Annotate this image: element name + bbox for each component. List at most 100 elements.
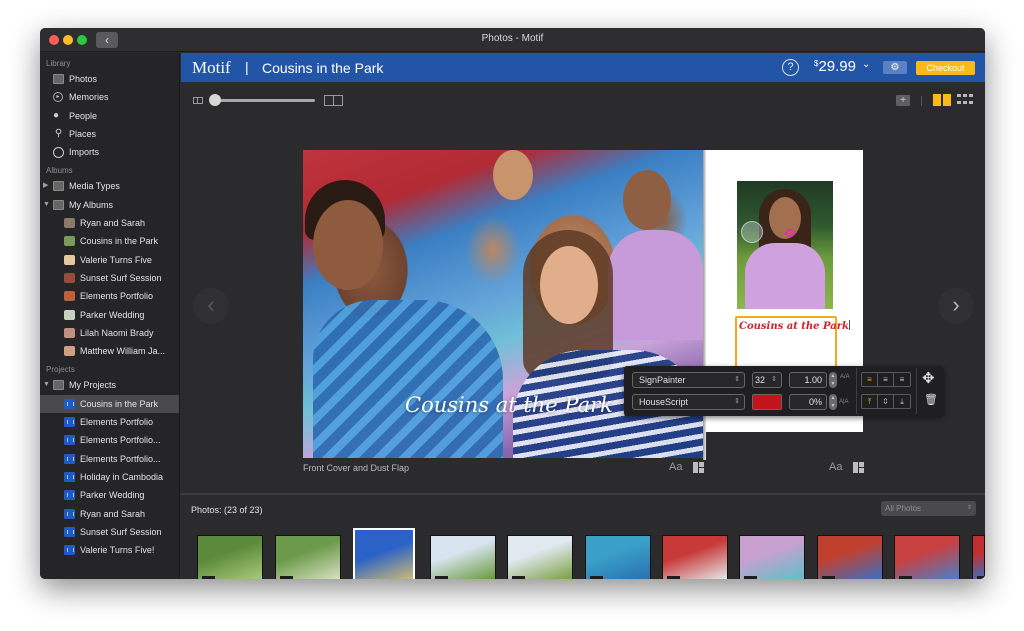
photo-thumbnail[interactable]: ✓ bbox=[275, 535, 341, 579]
sidebar-project-item[interactable]: Sunset Surf Session bbox=[40, 523, 179, 541]
zoom-in-icon[interactable] bbox=[324, 95, 343, 106]
layout-icon[interactable] bbox=[853, 462, 864, 473]
sidebar-folder-media-types[interactable]: ▶ Media Types bbox=[40, 177, 179, 195]
sidebar-album-item[interactable]: Parker Wedding bbox=[40, 306, 179, 324]
char-spacing-stepper[interactable]: ▲ ▼ bbox=[829, 394, 837, 410]
photo-thumbnail[interactable]: ✓ bbox=[197, 535, 263, 579]
line-spacing-icon: A/A bbox=[840, 374, 850, 380]
sidebar-project-item[interactable]: Holiday in Cambodia bbox=[40, 468, 179, 486]
sidebar-item-photos[interactable]: Photos bbox=[40, 70, 179, 88]
disclosure-expanded-icon[interactable]: ▼ bbox=[43, 196, 50, 214]
photo-thumbnail[interactable]: ✓ bbox=[894, 535, 960, 579]
sidebar-folder-my-projects[interactable]: ▼ My Projects bbox=[40, 376, 179, 394]
sidebar-item-label: Valerie Turns Five! bbox=[80, 545, 155, 556]
checkmark-icon[interactable]: ✓ bbox=[202, 576, 215, 579]
zoom-out-icon[interactable] bbox=[193, 97, 203, 104]
sidebar-folder-my-albums[interactable]: ▼ My Albums bbox=[40, 196, 179, 214]
align-bottom-button[interactable]: ⤓ bbox=[894, 395, 910, 408]
sidebar-project-item[interactable]: Elements Portfolio... bbox=[40, 450, 179, 468]
sidebar-item-imports[interactable]: Imports bbox=[40, 143, 179, 161]
photo-thumbnail[interactable]: ✓ bbox=[353, 528, 415, 579]
next-page-button[interactable]: › bbox=[938, 288, 974, 324]
photo-filter-select[interactable]: All Photos ⇕ bbox=[881, 501, 976, 516]
sidebar-item-label: Elements Portfolio... bbox=[80, 435, 161, 446]
photo-thumbnail[interactable]: ✓ bbox=[507, 535, 573, 579]
sidebar-project-item[interactable]: Parker Wedding bbox=[40, 486, 179, 504]
spread-view-button[interactable] bbox=[933, 94, 951, 106]
text-style-button[interactable]: Aa bbox=[669, 461, 682, 473]
checkout-button[interactable]: Checkout bbox=[916, 61, 975, 75]
layout-icon[interactable] bbox=[693, 462, 704, 473]
sidebar-item-people[interactable]: ● People bbox=[40, 107, 179, 125]
photo-thumbnail[interactable]: ✓ bbox=[739, 535, 805, 579]
sidebar-project-item[interactable]: Ryan and Sarah bbox=[40, 505, 179, 523]
checkmark-icon[interactable]: ✓ bbox=[280, 576, 293, 579]
toolbar: + bbox=[181, 82, 985, 115]
photo-thumbnail[interactable]: ✓ bbox=[817, 535, 883, 579]
add-page-button[interactable]: + bbox=[896, 95, 910, 106]
disclosure-collapsed-icon[interactable]: ▶ bbox=[43, 177, 48, 195]
checkmark-icon[interactable]: ✓ bbox=[512, 576, 525, 579]
grid-view-button[interactable] bbox=[957, 94, 973, 106]
photo-thumbnail[interactable]: ✓ bbox=[662, 535, 728, 579]
previous-page-button[interactable]: ‹ bbox=[193, 288, 229, 324]
trash-icon[interactable]: 🗑 bbox=[924, 393, 938, 406]
sidebar-item-places[interactable]: ⚲ Places bbox=[40, 125, 179, 143]
folder-icon bbox=[53, 181, 64, 192]
move-icon[interactable]: ✥ bbox=[922, 369, 935, 387]
photo-thumbnail[interactable]: ✓ bbox=[585, 535, 651, 579]
chevron-down-icon[interactable]: ⌄ bbox=[862, 59, 870, 70]
spread-view-icon bbox=[933, 94, 941, 106]
price-display[interactable]: $29.99 bbox=[814, 58, 856, 75]
currency-symbol: $ bbox=[814, 59, 819, 68]
checkmark-icon[interactable]: ✓ bbox=[977, 576, 985, 579]
checkmark-icon[interactable]: ✓ bbox=[590, 576, 603, 579]
font-style-select[interactable]: HouseScript ⇕ bbox=[632, 394, 745, 410]
zoom-slider-knob[interactable] bbox=[209, 94, 221, 106]
sidebar-album-item[interactable]: Sunset Surf Session bbox=[40, 269, 179, 287]
folder-icon bbox=[53, 199, 64, 210]
disclosure-expanded-icon[interactable]: ▼ bbox=[43, 376, 50, 394]
line-spacing-stepper[interactable]: ▲ ▼ bbox=[829, 372, 837, 388]
align-middle-button[interactable]: ⇳ bbox=[878, 395, 894, 408]
sidebar-album-item[interactable]: Matthew William Ja... bbox=[40, 342, 179, 360]
checkmark-icon[interactable]: ✓ bbox=[744, 576, 757, 579]
settings-button[interactable]: ⚙ bbox=[883, 61, 907, 74]
checkmark-icon[interactable]: ✓ bbox=[822, 576, 835, 579]
zoom-slider[interactable] bbox=[215, 99, 315, 102]
sidebar-album-item[interactable]: Cousins in the Park bbox=[40, 232, 179, 250]
text-style-button[interactable]: Aa bbox=[829, 461, 842, 473]
sidebar-project-item[interactable]: Cousins in the Park bbox=[40, 394, 179, 414]
sidebar-project-item[interactable]: Elements Portfolio bbox=[40, 413, 179, 431]
checkmark-icon[interactable]: ✓ bbox=[667, 576, 680, 579]
photo-detail bbox=[313, 200, 383, 290]
flap-photo[interactable] bbox=[737, 181, 833, 309]
sidebar-project-item[interactable]: Valerie Turns Five! bbox=[40, 541, 179, 559]
sidebar-album-item[interactable]: Elements Portfolio bbox=[40, 287, 179, 305]
font-size-select[interactable]: 32 ⇕ bbox=[752, 372, 782, 388]
project-icon bbox=[64, 398, 75, 409]
photo-thumbnail[interactable]: ✓ bbox=[430, 535, 496, 579]
font-family-select[interactable]: SignPainter ⇕ bbox=[632, 372, 745, 388]
checkmark-icon[interactable]: ✓ bbox=[899, 576, 912, 579]
sidebar-album-item[interactable]: Lilah Naomi Brady bbox=[40, 324, 179, 342]
char-spacing-field[interactable]: 0% bbox=[789, 394, 827, 410]
cover-title-text[interactable]: Cousins at the Park bbox=[405, 393, 613, 417]
sidebar-project-item[interactable]: Elements Portfolio... bbox=[40, 431, 179, 449]
help-button[interactable]: ? bbox=[782, 59, 799, 76]
photo-thumbnail[interactable]: ✓ bbox=[972, 535, 985, 579]
sidebar-album-item[interactable]: Valerie Turns Five bbox=[40, 251, 179, 269]
char-spacing-icon: A|A bbox=[839, 399, 849, 405]
align-top-button[interactable]: ⤒ bbox=[862, 395, 878, 408]
align-center-button[interactable]: ≡ bbox=[878, 373, 894, 386]
pin-icon: ⚲ bbox=[54, 127, 63, 139]
sidebar-item-memories[interactable]: ▸ Memories bbox=[40, 88, 179, 106]
checkmark-icon[interactable]: ✓ bbox=[435, 576, 448, 579]
line-spacing-field[interactable]: 1.00 bbox=[789, 372, 827, 388]
text-color-swatch[interactable] bbox=[752, 394, 782, 410]
sidebar-album-item[interactable]: Ryan and Sarah bbox=[40, 214, 179, 232]
sidebar-item-label: Elements Portfolio bbox=[80, 291, 154, 302]
align-left-button[interactable]: ≡ bbox=[862, 373, 878, 386]
album-thumbnail-icon bbox=[64, 236, 75, 247]
align-right-button[interactable]: ≡ bbox=[894, 373, 910, 386]
